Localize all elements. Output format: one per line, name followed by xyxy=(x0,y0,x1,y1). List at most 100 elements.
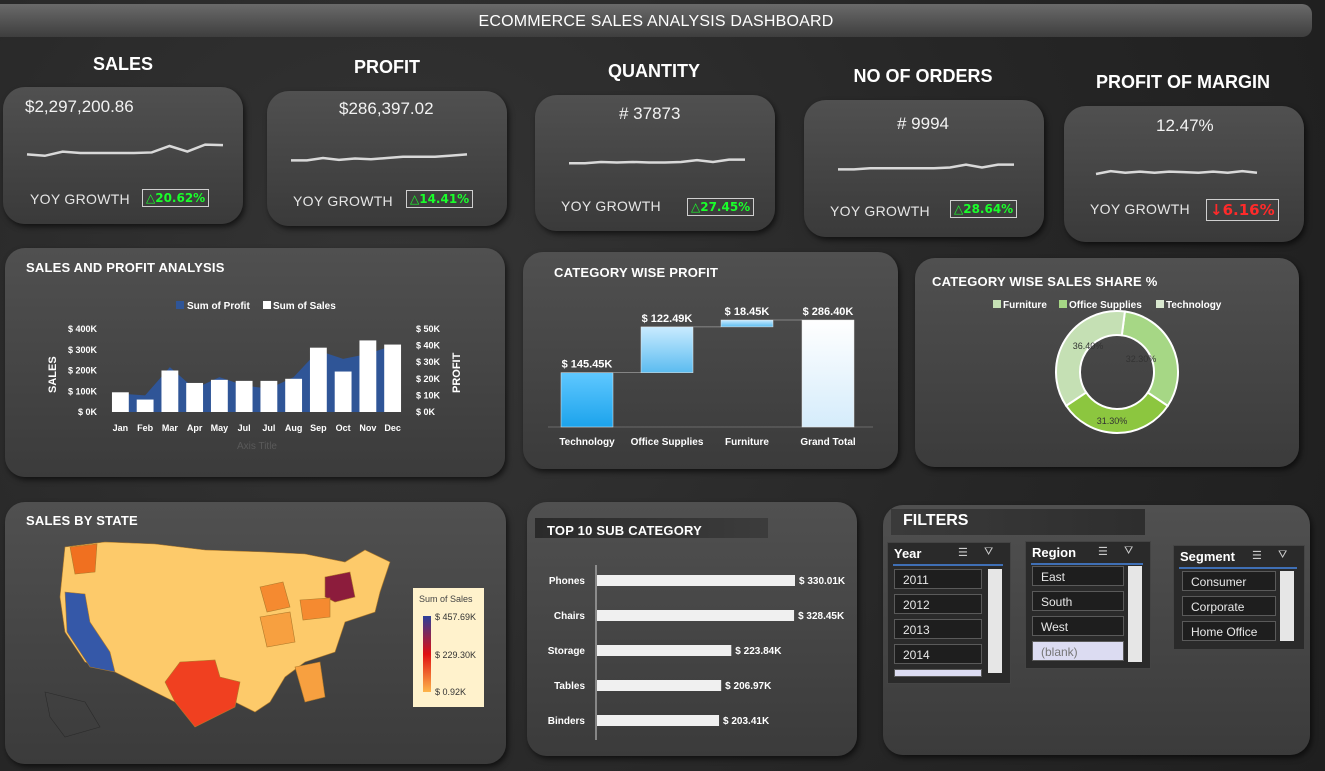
x-tick: Oct xyxy=(336,423,351,433)
category-profit-panel: CATEGORY WISE PROFIT $ 145.45K Technology… xyxy=(523,252,898,469)
multi-select-icon[interactable]: ☰ xyxy=(1098,545,1108,558)
x-tick: Grand Total xyxy=(800,437,856,448)
slicer-item[interactable]: Consumer xyxy=(1182,571,1276,591)
sales-bar xyxy=(186,382,204,412)
category-label: Storage xyxy=(548,646,586,657)
data-label: $ 18.45K xyxy=(725,306,770,318)
scrollbar[interactable] xyxy=(1128,566,1142,662)
data-label: $ 330.01K xyxy=(799,576,846,587)
kpi-card-quantity: # 37873 YOY GROWTH △27.45% xyxy=(535,95,775,231)
x-tick: Jul xyxy=(262,423,275,433)
legend-office: Office Supplies xyxy=(1069,300,1142,311)
x-tick: Nov xyxy=(359,423,376,433)
kpi-title-sales: SALES xyxy=(92,54,153,74)
sales-share-chart: Furniture Office Supplies Technology 32.… xyxy=(993,300,1222,434)
xlabel: Axis Title xyxy=(237,441,277,452)
sparkline xyxy=(26,143,224,158)
x-tick: May xyxy=(211,423,229,433)
kpi-card-sales: $2,297,200.86 YOY GROWTH △20.62% xyxy=(3,87,243,224)
x-tick: Furniture xyxy=(725,437,769,448)
sparkline-line xyxy=(26,143,224,158)
yoy-label: YOY GROWTH xyxy=(561,198,661,214)
clear-filter-icon[interactable]: ⛛ xyxy=(1278,549,1287,562)
legend-technology: Technology xyxy=(1166,300,1222,311)
kpi-value: $2,297,200.86 xyxy=(25,97,134,116)
legend-swatch-furniture xyxy=(993,300,1001,308)
profit-area xyxy=(120,345,393,412)
filters-panel: FILTERS Year ☰ ⛛ 2011 2012 2013 2014 Reg… xyxy=(883,505,1310,755)
multi-select-icon[interactable]: ☰ xyxy=(1252,549,1262,562)
y-tick-right: $ 30K xyxy=(416,357,441,367)
yoy-badge: △27.45% xyxy=(687,198,755,216)
x-tick: Dec xyxy=(384,423,401,433)
data-label: $ 206.97K xyxy=(725,681,772,692)
sales-by-state-panel: SALES BY STATE Sum of Sales $ 457.69K $ … xyxy=(5,502,506,764)
sparkline-line xyxy=(569,158,745,165)
slicer-item[interactable]: West xyxy=(1032,616,1124,636)
yoy-label: YOY GROWTH xyxy=(830,203,930,219)
slicer-item[interactable]: 2014 xyxy=(894,644,982,664)
category-profit-chart: $ 145.45K Technology $ 122.49K Office Suppl… xyxy=(548,306,873,448)
x-tick: Feb xyxy=(137,423,154,433)
y-tick-left: $ 0K xyxy=(78,407,98,417)
sparkline-line xyxy=(291,153,468,162)
slicer-item[interactable]: Home Office xyxy=(1182,621,1276,641)
scrollbar[interactable] xyxy=(988,569,1002,673)
kpi-value: 12.47% xyxy=(1156,116,1214,135)
kpi-card-profit: $286,397.02 YOY GROWTH △14.41% xyxy=(267,91,507,226)
clear-filter-icon[interactable]: ⛛ xyxy=(1124,545,1133,558)
state-southeast xyxy=(294,661,326,703)
slicer-item[interactable]: Corporate xyxy=(1182,596,1276,616)
slicer-item[interactable]: 2011 xyxy=(894,569,982,589)
yoy-badge: △14.41% xyxy=(406,190,474,208)
sparkline-line xyxy=(1095,169,1258,176)
sparkline xyxy=(569,158,745,165)
top10-chart: Phones $ 330.01K Chairs $ 328.45K Storage $ 2… xyxy=(548,565,846,740)
waterfall-bar xyxy=(560,372,614,428)
kpi-title-margin: PROFIT OF MARGIN xyxy=(1096,72,1270,92)
legend-sales: Sum of Sales xyxy=(273,301,336,312)
sales-bar xyxy=(260,380,278,412)
sparkline xyxy=(1095,169,1258,176)
sales-bar xyxy=(111,392,129,412)
legend-mid: $ 229.30K xyxy=(435,650,477,660)
x-tick: Jan xyxy=(113,423,129,433)
multi-select-icon[interactable]: ☰ xyxy=(958,546,968,559)
sales-bar xyxy=(359,340,377,412)
slicer-item[interactable]: 2012 xyxy=(894,594,982,614)
map-legend: Sum of Sales $ 457.69K $ 229.30K $ 0.92K xyxy=(413,588,484,707)
slicer-divider xyxy=(1031,563,1143,565)
legend-title: Sum of Sales xyxy=(419,594,473,604)
sales-bar xyxy=(334,371,352,412)
slicer-title: Region xyxy=(1032,545,1077,560)
slicer-item-partial[interactable] xyxy=(894,669,982,677)
sales-bar xyxy=(285,378,303,412)
sales-bar xyxy=(309,347,327,412)
x-tick: Mar xyxy=(162,423,179,433)
y-tick-right: $ 50K xyxy=(416,324,441,334)
data-label: $ 223.84K xyxy=(735,646,782,657)
slicer-item[interactable]: (blank) xyxy=(1032,641,1124,661)
region-slicer: Region ☰ ⛛ East South West (blank) xyxy=(1025,541,1151,669)
state-pennsylvania xyxy=(299,597,331,621)
scrollbar[interactable] xyxy=(1280,571,1294,641)
slicer-title: Year xyxy=(894,546,922,561)
slicer-title: Segment xyxy=(1180,549,1235,564)
clear-filter-icon[interactable]: ⛛ xyxy=(984,546,993,559)
legend-swatch-profit xyxy=(176,301,184,309)
slice-label: 31.30% xyxy=(1097,416,1128,426)
slicer-item[interactable]: 2013 xyxy=(894,619,982,639)
top10-panel: TOP 10 SUB CATEGORY Phones $ 330.01K Chair… xyxy=(527,502,857,756)
state-new-york xyxy=(324,571,356,603)
waterfall-bar xyxy=(720,319,774,328)
yoy-badge: △28.64% xyxy=(950,200,1018,218)
slicer-item[interactable]: East xyxy=(1032,566,1124,586)
data-label: $ 203.41K xyxy=(723,716,770,727)
x-tick: Apr xyxy=(187,423,203,433)
hbar xyxy=(597,680,722,691)
kpi-value: # 9994 xyxy=(897,114,949,133)
legend-furniture: Furniture xyxy=(1003,300,1047,311)
slicer-item[interactable]: South xyxy=(1032,591,1124,611)
y-tick-left: $ 200K xyxy=(68,366,98,376)
y-tick-left: $ 100K xyxy=(68,386,98,396)
